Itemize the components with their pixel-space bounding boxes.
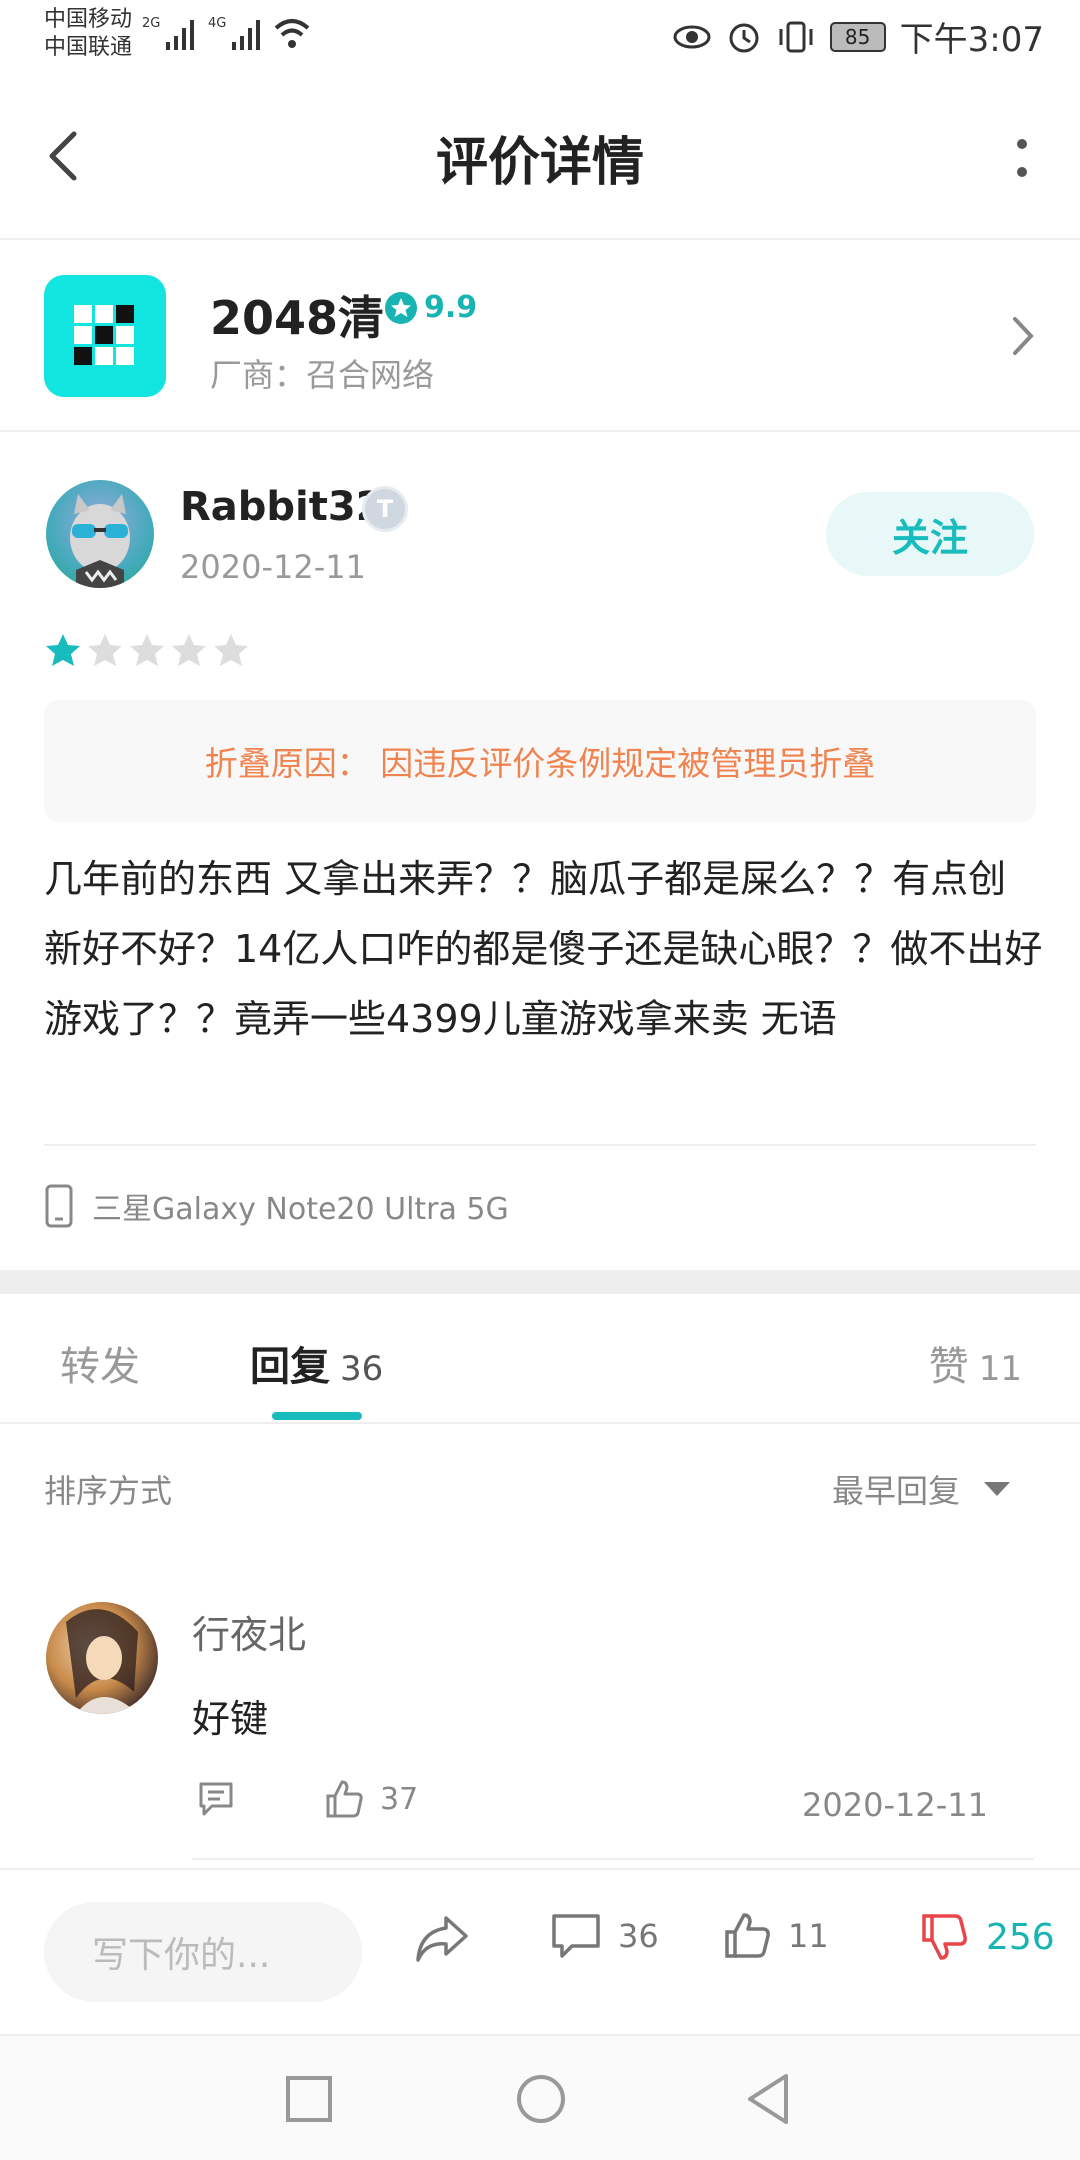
like-count: 11 — [788, 1917, 829, 1955]
tab-reply[interactable]: 回复 36 — [250, 1334, 383, 1392]
home-icon[interactable] — [514, 2072, 568, 2126]
app-icon — [44, 275, 166, 397]
reply-item: 行夜北 好键 37 2020-12-11 — [0, 1588, 1080, 1868]
portrait-avatar-icon — [66, 1609, 138, 1714]
fold-reason-banner: 折叠原因： 因违反评价条例规定被管理员折叠 — [44, 700, 1036, 822]
thumbs-down-icon — [922, 1914, 967, 1960]
sort-value: 最早回复 — [831, 1472, 960, 1510]
eye-icon — [673, 25, 711, 48]
star-empty-icon — [172, 634, 206, 666]
follow-button[interactable]: 关注 — [826, 492, 1034, 576]
rating-star-badge-icon — [385, 291, 417, 324]
device-info: 三星Galaxy Note20 Ultra 5G — [44, 1184, 509, 1228]
chevron-right-icon — [1013, 317, 1034, 355]
sort-row: 排序方式 最早回复 — [0, 1424, 1080, 1544]
review-date: 2020-12-11 — [180, 548, 366, 586]
tab-reply-label: 回复 — [250, 1344, 330, 1390]
carrier-2: 中国联通 — [44, 35, 133, 60]
reply-divider — [192, 1858, 1034, 1860]
clock: 下午3:07 — [899, 20, 1044, 60]
reply-date: 2020-12-11 — [802, 1786, 988, 1824]
vibrate-icon — [779, 21, 813, 52]
star-filled-icon — [46, 634, 80, 666]
reply-actions: 37 — [196, 1778, 418, 1820]
tab-forward-label: 转发 — [60, 1344, 140, 1390]
sort-label: 排序方式 — [44, 1472, 173, 1510]
tab-like[interactable]: 赞 11 — [929, 1334, 1022, 1392]
comment-icon[interactable] — [196, 1779, 236, 1819]
tab-bar: 转发 回复 36 赞 11 — [0, 1294, 1080, 1424]
caret-down-icon — [984, 1482, 1010, 1496]
reply-like-count: 37 — [380, 1781, 419, 1817]
status-right: 85 下午3:07 — [672, 12, 1044, 61]
star-empty-icon — [130, 634, 164, 666]
page-title: 评价详情 — [435, 133, 644, 193]
reply-text: 好键 — [192, 1697, 269, 1741]
battery-indicator: 85 — [829, 21, 886, 52]
device-name: 三星Galaxy Note20 Ultra 5G — [92, 1192, 509, 1227]
alarm-icon — [729, 23, 759, 52]
app-name: 2048清 — [210, 291, 385, 345]
status-bar: 中国移动 中国联通 2G 4G 85 下午3:07 — [0, 0, 1080, 72]
signal-icon — [166, 20, 194, 50]
carrier-info: 中国移动 中国联通 — [44, 6, 132, 62]
tab-like-count: 11 — [978, 1349, 1022, 1389]
carrier-1: 中国移动 — [44, 7, 133, 32]
system-nav-bar — [0, 2034, 1080, 2160]
replier-avatar[interactable] — [46, 1602, 158, 1714]
reviewer-avatar[interactable] — [46, 480, 154, 588]
recent-apps-icon[interactable] — [284, 2074, 334, 2124]
sort-dropdown[interactable]: 最早回复 — [832, 1466, 1012, 1512]
app-rating: 9.9 — [384, 290, 477, 325]
reply-like[interactable]: 37 — [324, 1778, 418, 1820]
bottom-action-bar: 写下你的... 36 11 256 — [0, 1868, 1080, 2034]
thumbs-up-icon — [326, 1780, 363, 1818]
net-type-1: 2G — [142, 16, 161, 31]
like-button[interactable]: 11 — [722, 1910, 829, 1962]
comment-count: 36 — [618, 1917, 659, 1955]
active-tab-indicator — [272, 1412, 362, 1420]
thumbs-up-icon — [725, 1913, 770, 1958]
reviewer-name[interactable]: Rabbit32 — [180, 484, 384, 530]
tab-forward[interactable]: 转发 — [60, 1334, 140, 1392]
tab-like-label: 赞 — [928, 1344, 969, 1390]
user-level-badge: T — [362, 486, 408, 532]
star-rating — [44, 632, 250, 670]
write-reply-input[interactable]: 写下你的... — [44, 1902, 362, 2002]
signal-icon-2 — [232, 20, 260, 50]
net-type-2: 4G — [208, 16, 227, 31]
share-arrow-icon — [416, 1916, 468, 1962]
grid-logo-icon — [74, 305, 134, 365]
top-app-bar: 评价详情 — [0, 72, 1080, 240]
rating-value: 9.9 — [424, 290, 478, 325]
share-button[interactable] — [412, 1910, 472, 1966]
tab-reply-count: 36 — [340, 1349, 384, 1389]
vendor-label: 厂商：召合网络 — [210, 356, 435, 394]
section-separator — [0, 1270, 1080, 1294]
dislike-button[interactable]: 256 — [918, 1910, 1055, 1964]
review-content: 几年前的东西 又拿出来弄？？脑瓜子都是屎么？？有点创新好不好？14亿人口咋的都是… — [44, 857, 1043, 1041]
phone-icon — [45, 1184, 73, 1228]
comment-button[interactable]: 36 — [548, 1910, 659, 1962]
star-empty-icon — [214, 634, 248, 666]
back-nav-icon[interactable] — [744, 2072, 794, 2126]
divider — [44, 1144, 1036, 1146]
wifi-icon — [274, 19, 310, 48]
app-card[interactable]: 2048清 9.9 厂商：召合网络 — [0, 242, 1080, 432]
star-empty-icon — [88, 634, 122, 666]
more-options-icon[interactable] — [1016, 138, 1028, 178]
comment-bubble-icon — [552, 1914, 600, 1958]
cat-avatar-icon — [70, 494, 130, 588]
replier-name[interactable]: 行夜北 — [192, 1604, 306, 1659]
dislike-count: 256 — [986, 1916, 1055, 1958]
